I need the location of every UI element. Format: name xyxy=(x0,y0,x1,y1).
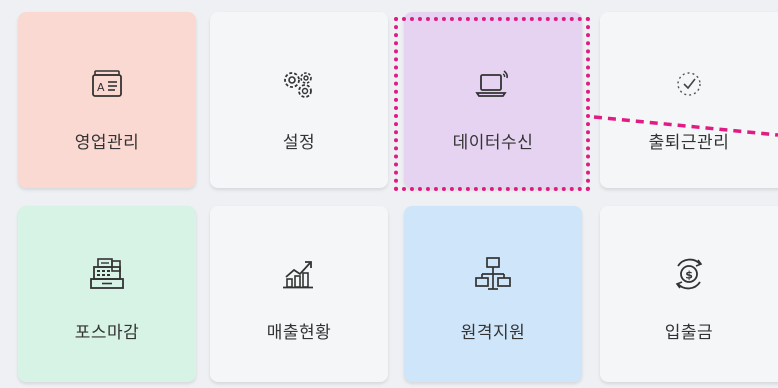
tile-label: 영업관리 xyxy=(74,133,140,153)
laptop-signal-icon xyxy=(404,66,582,102)
tile-label: 설정 xyxy=(282,133,316,153)
svg-text:$: $ xyxy=(685,269,693,282)
clock-check-icon xyxy=(600,66,778,102)
tile-settings[interactable]: 설정 xyxy=(210,12,388,188)
money-cycle-icon: $ xyxy=(600,256,778,292)
tile-label: 입출금 xyxy=(664,323,714,343)
id-card-icon: A xyxy=(18,66,196,102)
cash-register-icon xyxy=(18,256,196,292)
tile-attendance[interactable]: 출퇴근관리 xyxy=(600,12,778,188)
tile-label: 매출현황 xyxy=(266,323,332,343)
tile-deposit-withdrawal[interactable]: $ 입출금 xyxy=(600,206,778,382)
tile-label: 포스마감 xyxy=(74,323,140,343)
gears-icon xyxy=(210,66,388,102)
tile-label: 출퇴근관리 xyxy=(648,133,730,153)
svg-text:A: A xyxy=(97,81,105,94)
tile-pos-closing[interactable]: 포스마감 xyxy=(18,206,196,382)
tile-remote-support[interactable]: 원격지원 xyxy=(404,206,582,382)
growth-chart-icon xyxy=(210,256,388,292)
tile-sales-management[interactable]: A 영업관리 xyxy=(18,12,196,188)
tile-label: 원격지원 xyxy=(460,323,526,343)
tile-data-receive[interactable]: 데이터수신 xyxy=(404,12,582,188)
menu-grid: A 영업관리 설정 데이터수신 출퇴근관리 포스마감 매출현황 원격지원 $ 입… xyxy=(0,0,778,388)
tile-label: 데이터수신 xyxy=(452,133,534,153)
network-icon xyxy=(404,256,582,292)
tile-sales-status[interactable]: 매출현황 xyxy=(210,206,388,382)
